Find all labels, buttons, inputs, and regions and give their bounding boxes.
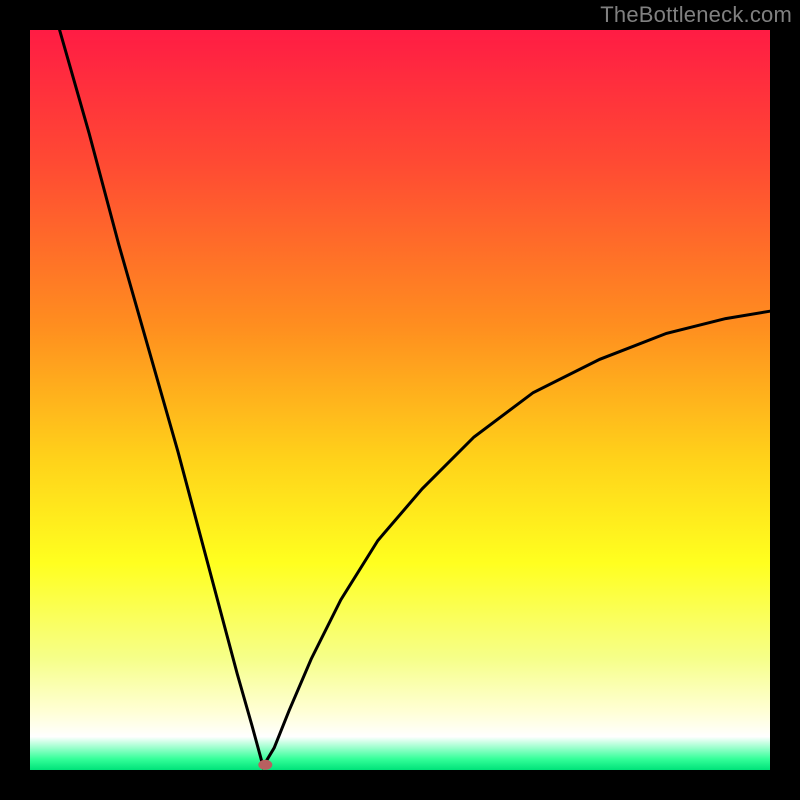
- minimum-marker: [258, 760, 272, 770]
- watermark-text: TheBottleneck.com: [600, 2, 792, 28]
- chart-frame: TheBottleneck.com: [0, 0, 800, 800]
- chart-svg: [0, 0, 800, 800]
- plot-background: [30, 30, 770, 770]
